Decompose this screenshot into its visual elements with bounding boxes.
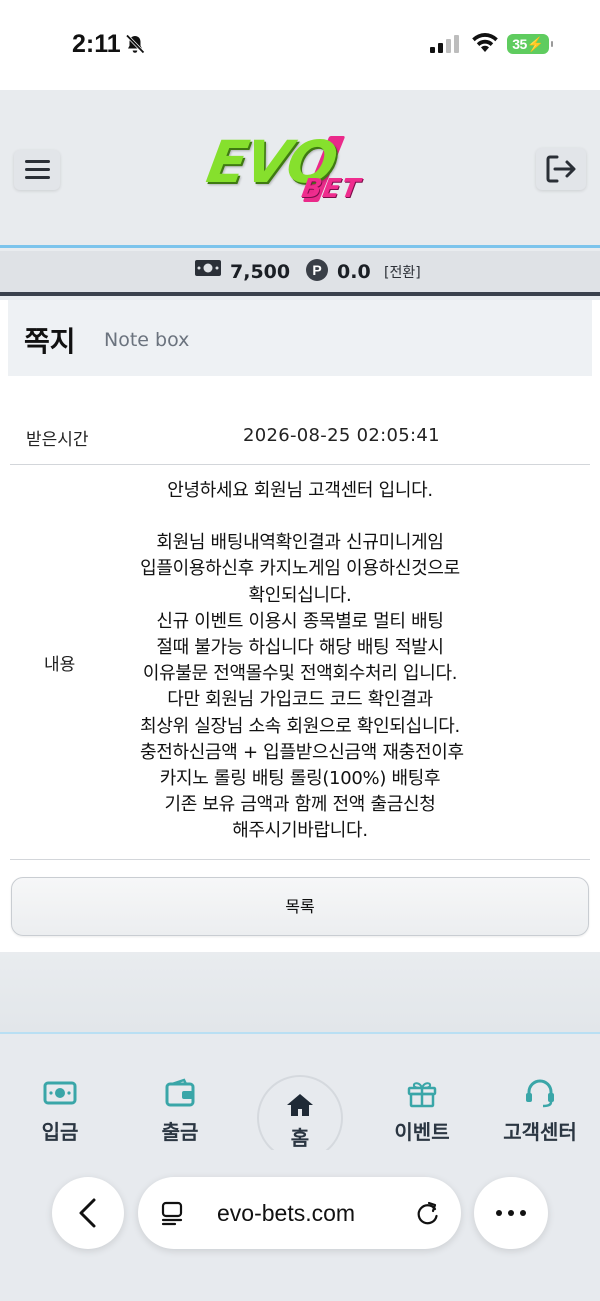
- divider: [10, 859, 590, 860]
- message-line: 최상위 실장님 소속 회원으로 확인되십니다.: [140, 715, 460, 737]
- message-line: 회원님 배팅내역확인결과 신규미니게임: [156, 532, 444, 554]
- battery-icon: 35⚡: [507, 34, 553, 54]
- page-subtitle: Note box: [104, 329, 190, 351]
- page-title: 쪽지: [24, 325, 76, 358]
- logout-button[interactable]: [536, 148, 586, 190]
- nav-withdraw[interactable]: 출금: [142, 1078, 218, 1145]
- point-icon: P: [306, 259, 328, 281]
- received-time-label: 받은시간: [26, 430, 89, 450]
- deposit-icon: [43, 1081, 77, 1105]
- tab-overview-icon[interactable]: [158, 1199, 186, 1227]
- nav-label: 고객센터: [503, 1120, 577, 1144]
- message-line: 카지노 롤링 배팅 롤링(100%) 배팅후: [159, 768, 441, 790]
- message-line: 신규 이벤트 이용시 종목별로 멀티 배팅: [156, 610, 444, 632]
- convert-points-link[interactable]: [전환]: [384, 262, 421, 282]
- received-time-value: 2026-08-25 02:05:41: [243, 425, 440, 446]
- balance-bar: [0, 251, 600, 296]
- reload-icon[interactable]: [414, 1199, 442, 1227]
- message-line: 해주시기바랍니다.: [232, 820, 368, 842]
- logout-icon: [546, 155, 576, 183]
- message-greeting: 안녕하세요 회원님 고객센터 입니다.: [167, 480, 433, 501]
- battery-level: 35: [512, 36, 527, 52]
- message-line: 충전하신금액 + 입플받으신금액 재충전이후: [140, 741, 464, 763]
- home-icon: [287, 1094, 313, 1116]
- divider: [10, 464, 590, 465]
- chevron-left-icon: [79, 1198, 96, 1228]
- logo-sub-text: BET: [299, 174, 363, 204]
- message-line: 다만 회원님 가입코드 코드 확인결과: [167, 689, 433, 711]
- nav-label: 홈: [290, 1126, 310, 1150]
- message-line: 이유불문 전액몰수및 전액회수처리 입니다.: [142, 663, 458, 685]
- withdraw-icon: [165, 1078, 195, 1107]
- list-button[interactable]: 목록: [11, 877, 589, 936]
- page-head: [8, 300, 592, 376]
- site-logo[interactable]: EVO BET: [202, 128, 392, 210]
- nav-event[interactable]: 이벤트: [382, 1078, 462, 1145]
- nav-label: 출금: [161, 1120, 199, 1144]
- headset-icon: [526, 1079, 554, 1108]
- gift-icon: [407, 1082, 437, 1108]
- nav-label: 입금: [41, 1120, 79, 1144]
- page-background: [0, 952, 600, 1032]
- nav-deposit[interactable]: 입금: [22, 1078, 98, 1145]
- nav-home[interactable]: 홈: [262, 1092, 338, 1151]
- url-text[interactable]: evo-bets.com: [217, 1200, 355, 1227]
- point-balance: 0.0: [337, 261, 371, 283]
- status-time: 2:11: [72, 30, 121, 58]
- browser-back-button[interactable]: [52, 1177, 124, 1249]
- cellular-signal-icon: [430, 35, 459, 53]
- message-body: 안녕하세요 회원님 고객센터 입니다. 회원님 배팅내역확인결과 신규미니게임 …: [140, 478, 464, 845]
- bell-muted-icon: [125, 34, 145, 54]
- money-icon: [195, 260, 221, 276]
- message-line: 확인되십니다.: [248, 584, 352, 606]
- menu-button[interactable]: [14, 150, 60, 190]
- wifi-icon: [472, 33, 498, 52]
- message-line: 입플이용하신후 카지노게임 이용하신것으로: [140, 558, 460, 580]
- money-balance: 7,500: [230, 261, 291, 283]
- more-dots-icon: [496, 1210, 526, 1216]
- message-line: 절때 불가능 하십니다 해당 배팅 적발시: [156, 637, 444, 659]
- content-label: 내용: [44, 655, 76, 675]
- message-line: 기존 보유 금액과 함께 전액 출금신청: [164, 794, 436, 816]
- browser-more-button[interactable]: [474, 1177, 548, 1249]
- nav-label: 이벤트: [394, 1120, 450, 1144]
- charging-icon: ⚡: [526, 36, 544, 52]
- nav-support[interactable]: 고객센터: [495, 1078, 585, 1145]
